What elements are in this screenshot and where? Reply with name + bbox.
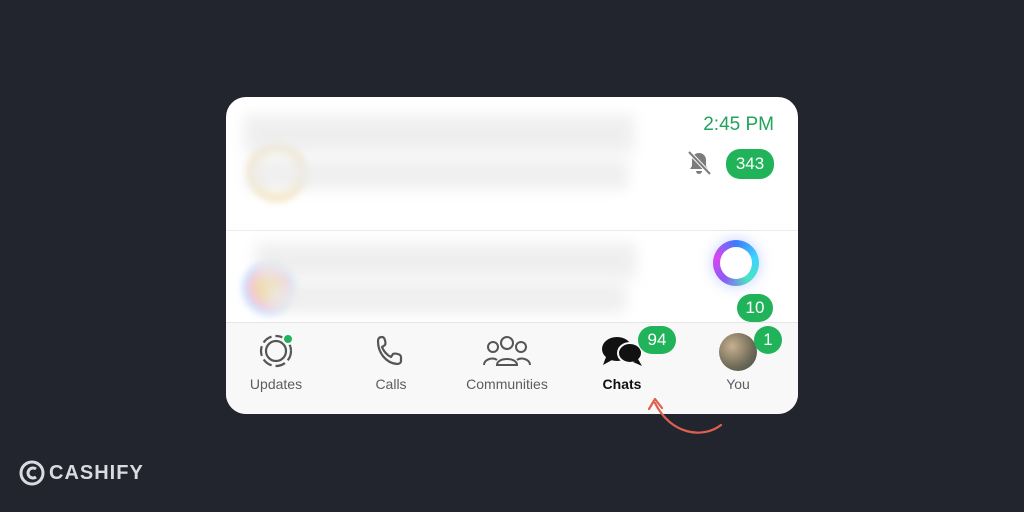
tab-label: You [726, 376, 750, 392]
tab-label: Calls [375, 376, 407, 392]
communities-icon [483, 336, 531, 366]
cashify-watermark: CASHIFY [19, 458, 144, 488]
tab-calls[interactable]: Calls [336, 323, 446, 414]
you-notification-badge: 1 [754, 326, 782, 354]
meta-ai-button[interactable] [713, 240, 759, 286]
tab-updates[interactable]: Updates [226, 323, 331, 414]
phone-icon [376, 335, 403, 366]
redacted-chat-preview [248, 159, 628, 189]
redacted-chat-name [244, 115, 634, 153]
unread-badge: 10 [737, 294, 773, 322]
cashify-logo-icon [19, 460, 45, 486]
chat-row[interactable]: 2:45 PM 343 [226, 97, 798, 229]
annotation-arrow-icon [647, 397, 723, 434]
avatar [719, 333, 757, 371]
redacted-chat-preview [266, 283, 626, 313]
chats-unread-badge: 94 [638, 326, 676, 354]
tab-label: Updates [249, 376, 303, 392]
muted-bell-icon [687, 150, 712, 176]
chat-time: 2:45 PM [703, 114, 774, 135]
tab-label: Communities [466, 376, 548, 392]
unread-badge: 343 [726, 149, 774, 179]
app-screenshot-card: 2:45 PM 343 2 G 10 Updates [226, 97, 798, 414]
redacted-chat-name [256, 243, 636, 279]
tab-communities[interactable]: Communities [452, 323, 562, 414]
brand-name: CASHIFY [49, 461, 144, 484]
updates-icon [259, 333, 294, 368]
tab-label: Chats [602, 376, 642, 392]
